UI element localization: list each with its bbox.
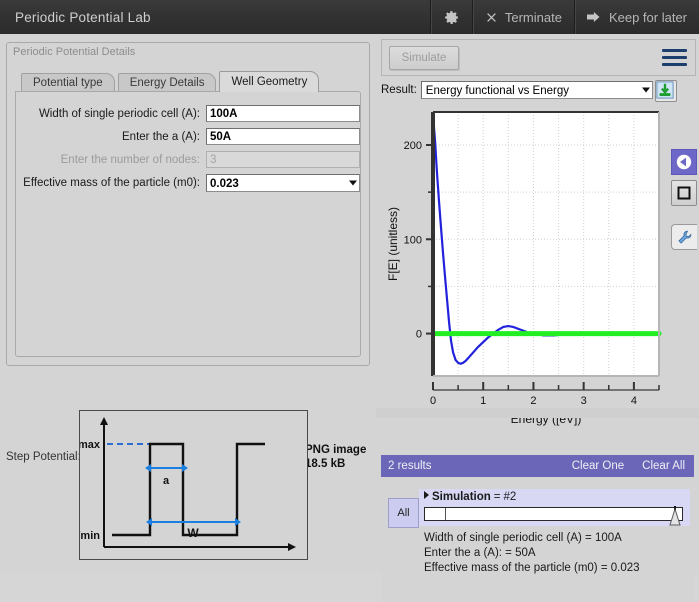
chevron-down-icon <box>641 87 650 93</box>
cell-width-input[interactable]: 100A <box>206 105 360 122</box>
arrow-right-icon <box>586 11 602 23</box>
effective-mass-label: Effective mass of the particle (m0): <box>23 176 200 189</box>
a-value-input[interactable]: 50A <box>206 128 360 145</box>
results-header: 2 results Clear One Clear All <box>381 455 694 477</box>
keep-for-later-label: Keep for later <box>608 9 687 25</box>
expand-triangle-icon <box>424 491 429 499</box>
result-select[interactable]: Energy functional vs Energy <box>420 81 653 99</box>
nodes-label: Enter the number of nodes: <box>60 153 200 166</box>
results-count: 2 results <box>388 460 432 472</box>
simulation-selector-row: Simulation = #2 <box>419 489 690 526</box>
well-geometry-panel: Width of single periodic cell (A): 100A … <box>15 91 361 357</box>
tab-bar: Potential type Energy Details Well Geome… <box>21 71 322 92</box>
svg-text:0: 0 <box>416 329 422 341</box>
settings-button[interactable] <box>429 0 472 34</box>
svg-text:Vmax: Vmax <box>80 439 101 451</box>
field-row-cell-width: Width of single periodic cell (A): 100A <box>16 104 360 123</box>
simulation-title[interactable]: Simulation = #2 <box>424 491 516 503</box>
group-title: Periodic Potential Details <box>13 46 136 58</box>
tab-well-geometry[interactable]: Well Geometry <box>219 71 320 92</box>
result-label: Result: <box>381 84 417 96</box>
simulation-eq: = <box>493 491 501 503</box>
clear-all-button[interactable]: Clear All <box>633 460 694 472</box>
terminate-button[interactable]: Terminate <box>471 0 574 34</box>
keep-for-later-button[interactable]: Keep for later <box>573 0 699 34</box>
download-button[interactable] <box>654 80 677 102</box>
field-row-effective-mass: Effective mass of the particle (m0): 0.0… <box>16 173 360 192</box>
field-row-nodes: Enter the number of nodes: 3 <box>16 150 360 169</box>
simulation-details: Width of single periodic cell (A) = 100A… <box>424 531 690 576</box>
nodes-input: 3 <box>206 151 360 168</box>
svg-text:100: 100 <box>404 234 422 246</box>
tab-energy-details[interactable]: Energy Details <box>117 73 217 92</box>
detail-line-3: Effective mass of the particle (m0) = 0.… <box>424 562 640 574</box>
simulate-toolbar: Simulate <box>381 39 696 76</box>
step-potential-label: Step Potential: <box>6 451 81 463</box>
slider-thumb[interactable] <box>669 506 681 526</box>
chart-tool-strip <box>671 104 699 444</box>
effective-mass-value: 0.023 <box>210 177 239 190</box>
clear-one-button[interactable]: Clear One <box>563 460 633 472</box>
gear-icon <box>443 9 460 26</box>
chart-area: 0 100 200 0 1 2 3 4 Energy ([eV]) F[E] (unitless) <box>381 104 671 444</box>
step-potential-diagram: Vmax Vmin a W <box>71 410 308 560</box>
energy-functional-chart: 01002000 1 2 3 4Energy ([eV])F[E] (unitless) <box>386 111 662 426</box>
hamburger-menu-icon[interactable] <box>662 49 687 66</box>
page-title: Periodic Potential Lab <box>15 9 151 25</box>
title-bar: Periodic Potential Lab Terminate Keep fo… <box>0 0 699 34</box>
a-value-label: Enter the a (A): <box>122 130 200 143</box>
simulate-button[interactable]: Simulate <box>389 46 459 70</box>
results-body: All Simulation = #2 Width of single peri… <box>381 477 694 602</box>
svg-text:2: 2 <box>530 395 536 407</box>
svg-text:200: 200 <box>404 140 422 152</box>
back-arrow-icon[interactable] <box>671 149 697 175</box>
png-image-type: PNG image <box>305 444 367 456</box>
tab-potential-type[interactable]: Potential type <box>21 73 115 92</box>
detail-line-1: Width of single periodic cell (A) = 100A <box>424 532 622 544</box>
svg-text:4: 4 <box>631 395 637 407</box>
close-x-icon <box>485 11 498 24</box>
step-potential-svg: Vmax Vmin a W <box>71 417 296 551</box>
download-icon <box>656 81 674 99</box>
svg-text:0: 0 <box>430 395 436 407</box>
titlebar-spacer <box>151 0 430 34</box>
potential-image-area: Step Potential: PNG image 18.5 kB max mi… <box>0 370 376 573</box>
app-root: Periodic Potential Lab Terminate Keep fo… <box>0 0 699 602</box>
chart-horizontal-scrollbar[interactable] <box>376 408 699 418</box>
right-panel: Simulate Result: Energy functional vs En… <box>376 34 699 602</box>
terminate-label: Terminate <box>504 9 562 25</box>
download-button-wrap <box>653 79 679 102</box>
result-selector-row: Result: Energy functional vs Energy <box>381 79 694 102</box>
simulation-value: #2 <box>503 491 517 503</box>
left-panel: Periodic Potential Details Potential typ… <box>0 34 376 573</box>
periodic-potential-details-group: Periodic Potential Details Potential typ… <box>6 42 370 366</box>
simulation-slider[interactable] <box>424 506 683 526</box>
result-select-value: Energy functional vs Energy <box>425 85 569 97</box>
svg-text:a: a <box>163 475 170 487</box>
chevron-down-icon <box>349 180 357 185</box>
svg-text:3: 3 <box>581 395 587 407</box>
svg-text:W: W <box>187 526 199 540</box>
png-image-meta: PNG image 18.5 kB <box>305 443 379 471</box>
effective-mass-select[interactable]: 0.023 <box>206 173 360 192</box>
detail-line-2: Enter the a (A): = 50A <box>424 547 536 559</box>
wrench-icon[interactable] <box>671 224 697 250</box>
field-row-a-value: Enter the a (A): 50A <box>16 127 360 146</box>
svg-text:1: 1 <box>480 395 486 407</box>
slider-tick <box>445 508 446 520</box>
png-image-size: 18.5 kB <box>305 458 346 470</box>
svg-text:Vmin: Vmin <box>80 530 100 542</box>
svg-text:F[E] (unitless): F[E] (unitless) <box>386 207 400 281</box>
cell-width-label: Width of single periodic cell (A): <box>38 107 200 120</box>
square-icon[interactable] <box>671 180 697 206</box>
simulation-name: Simulation <box>432 491 491 503</box>
all-results-button[interactable]: All <box>388 498 419 528</box>
